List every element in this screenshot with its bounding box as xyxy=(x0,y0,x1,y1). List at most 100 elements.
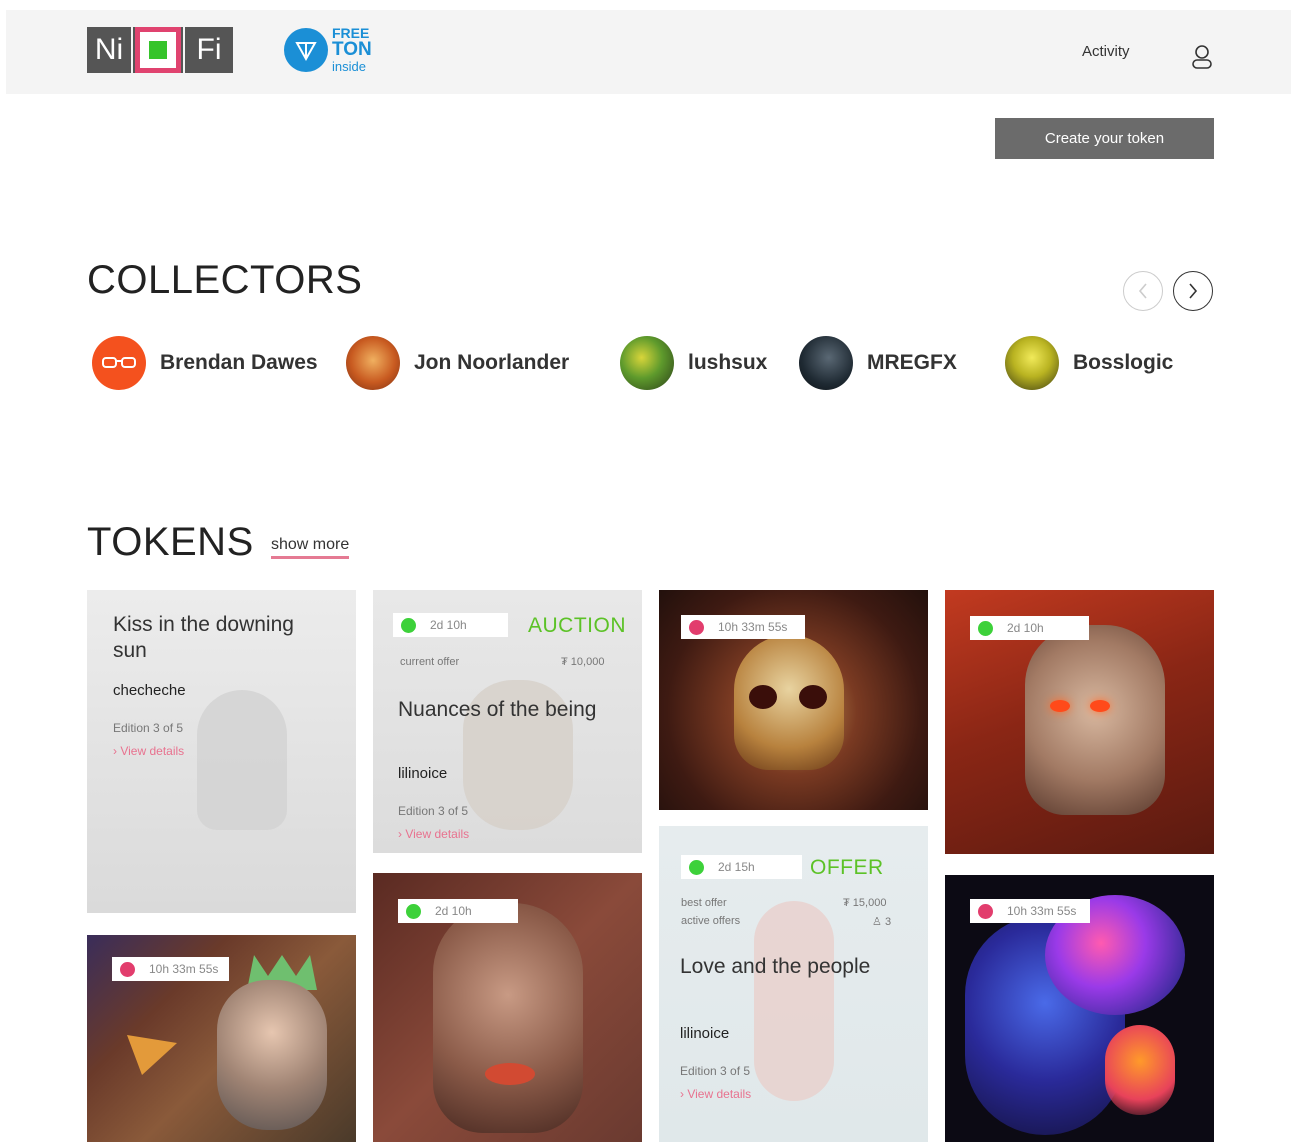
offer-value: ₮ 10,000 xyxy=(561,656,604,668)
card-author: checheche xyxy=(113,682,186,699)
show-more-link[interactable]: show more xyxy=(271,536,350,559)
chevron-right-icon: › xyxy=(680,1087,684,1101)
offer-value-text: 15,000 xyxy=(852,897,887,909)
ending-dot-icon xyxy=(689,619,704,635)
logo-fi: Fi xyxy=(185,27,233,73)
chevron-left-icon xyxy=(1138,283,1147,299)
nifi-logo[interactable]: Ni Fi xyxy=(87,27,233,73)
chevron-right-icon: › xyxy=(398,827,402,841)
token-card[interactable]: 2d 15h OFFER best offer ₮ 15,000 active … xyxy=(659,826,928,1142)
timer-text: 10h 33m 55s xyxy=(1007,904,1077,918)
timer-badge: 2d 15h xyxy=(681,855,802,879)
card-edition: Edition 3 of 5 xyxy=(680,1064,751,1078)
card-image-silhouette xyxy=(754,901,834,1101)
view-details-link[interactable]: › View details xyxy=(680,1087,751,1101)
timer-badge: 10h 33m 55s xyxy=(112,957,229,981)
user-small-icon: ♙ xyxy=(872,916,882,928)
ton-currency-icon: ₮ xyxy=(561,656,568,668)
offer-value-text: 10,000 xyxy=(570,656,605,668)
crowned-figure-image xyxy=(217,980,327,1130)
view-details-label: View details xyxy=(687,1087,752,1101)
top-header: Ni Fi FREE TON inside Activity xyxy=(6,10,1291,94)
collector-name: MREGFX xyxy=(867,351,957,374)
live-dot-icon xyxy=(406,903,421,919)
collector-item[interactable]: Bosslogic xyxy=(1005,336,1173,390)
offer-label: current offer xyxy=(400,656,460,668)
chevron-right-icon: › xyxy=(113,744,117,758)
token-card[interactable]: 10h 33m 55s xyxy=(87,935,356,1142)
timer-text: 10h 33m 55s xyxy=(718,620,788,634)
colorful-orb-image xyxy=(1105,1025,1175,1115)
token-card[interactable]: 2d 10h AUCTION current offer ₮ 10,000 Nu… xyxy=(373,590,642,853)
timer-badge: 10h 33m 55s xyxy=(970,899,1090,923)
ton-line3: inside xyxy=(332,59,366,74)
ending-dot-icon xyxy=(120,961,135,977)
active-offers-count: 3 xyxy=(884,916,892,928)
view-details-link[interactable]: › View details xyxy=(113,744,184,758)
timer-badge: 2d 10h xyxy=(970,616,1089,640)
card-title: Kiss in the downing sun xyxy=(113,613,294,662)
token-card[interactable]: Kiss in the downing sun checheche Editio… xyxy=(87,590,356,913)
collector-item[interactable]: MREGFX xyxy=(799,336,957,390)
timer-badge: 2d 10h xyxy=(393,613,508,637)
pizza-slice-image xyxy=(127,1035,177,1075)
user-icon[interactable] xyxy=(1191,44,1213,70)
live-dot-icon xyxy=(978,620,993,636)
painted-face-image xyxy=(433,903,583,1133)
dark-avatar xyxy=(799,336,853,390)
face-avatar xyxy=(346,336,400,390)
offer-kind-label: OFFER xyxy=(810,856,884,879)
live-dot-icon xyxy=(689,859,704,875)
tokens-title: TOKENS xyxy=(87,520,254,564)
card-title: Nuances of the being xyxy=(398,698,597,721)
collector-item[interactable]: lushsux xyxy=(620,336,767,390)
ending-dot-icon xyxy=(978,903,993,919)
collector-name: Bosslogic xyxy=(1073,351,1174,374)
token-card[interactable]: 2d 10h xyxy=(945,590,1214,854)
graffiti-avatar xyxy=(620,336,674,390)
ton-line2: TON xyxy=(332,39,372,60)
token-card[interactable]: 2d 10h xyxy=(373,873,642,1142)
next-arrow-button[interactable] xyxy=(1173,271,1213,311)
logo-square-icon xyxy=(133,27,183,73)
create-token-button[interactable]: Create your token xyxy=(995,118,1214,159)
chevron-right-icon xyxy=(1189,283,1198,299)
card-author: lilinoice xyxy=(680,1025,730,1042)
laser-eyes-portrait-image xyxy=(1025,625,1165,815)
skull-eye-left xyxy=(749,685,777,709)
prev-arrow-button[interactable] xyxy=(1123,271,1163,311)
token-card[interactable]: 10h 33m 55s xyxy=(945,875,1214,1142)
ton-currency-icon: ₮ xyxy=(843,897,850,909)
skull-eye-right xyxy=(799,685,827,709)
timer-text: 2d 10h xyxy=(430,618,467,632)
active-offers-label: active offers xyxy=(681,915,741,927)
yellow-face-avatar xyxy=(1005,336,1059,390)
active-offers-value: ♙ 3 xyxy=(872,915,891,928)
timer-text: 2d 10h xyxy=(435,904,472,918)
logo-ni: Ni xyxy=(87,27,131,73)
collector-item[interactable]: Jon Noorlander xyxy=(346,336,569,390)
timer-text: 2d 10h xyxy=(1007,621,1044,635)
timer-badge: 10h 33m 55s xyxy=(681,615,805,639)
card-edition: Edition 3 of 5 xyxy=(398,804,469,818)
collector-item[interactable]: Brendan Dawes xyxy=(92,336,318,390)
view-details-label: View details xyxy=(405,827,470,841)
best-offer-label: best offer xyxy=(681,897,727,909)
view-details-label: View details xyxy=(120,744,185,758)
laser-eye-right xyxy=(1090,700,1110,712)
card-edition: Edition 3 of 5 xyxy=(113,721,184,735)
free-ton-badge[interactable]: FREE TON inside xyxy=(284,26,372,74)
view-details-link[interactable]: › View details xyxy=(398,827,469,841)
token-card[interactable]: 10h 33m 55s xyxy=(659,590,928,810)
painted-lips xyxy=(485,1063,535,1085)
activity-link[interactable]: Activity xyxy=(1082,43,1130,60)
card-title: Love and the people xyxy=(680,955,871,978)
auction-label: AUCTION xyxy=(528,614,626,637)
glasses-avatar xyxy=(92,336,146,390)
timer-badge: 2d 10h xyxy=(398,899,518,923)
timer-text: 10h 33m 55s xyxy=(149,962,219,976)
best-offer-value: ₮ 15,000 xyxy=(843,897,886,909)
timer-text: 2d 15h xyxy=(718,860,755,874)
collectors-title: COLLECTORS xyxy=(87,258,363,302)
live-dot-icon xyxy=(401,617,416,633)
